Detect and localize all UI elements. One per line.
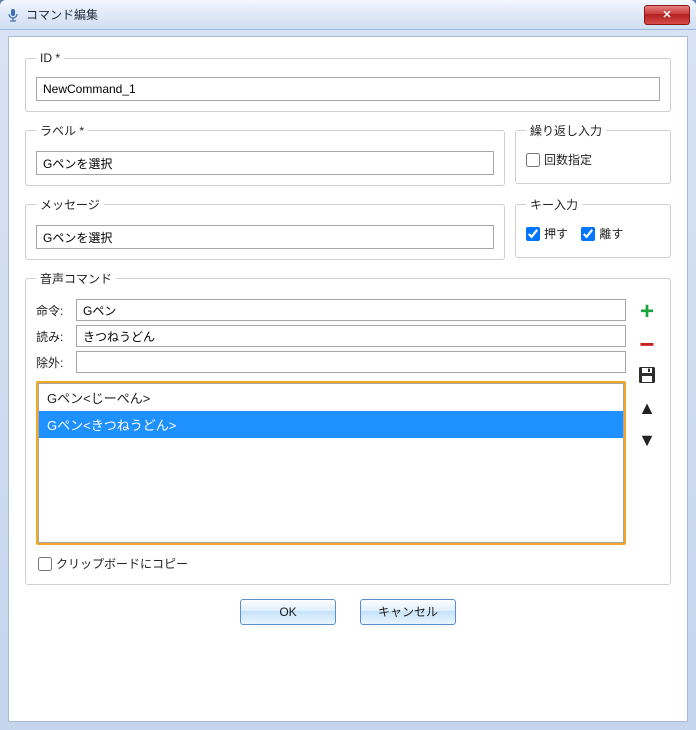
repeat-count-checkbox[interactable]	[526, 153, 540, 167]
repeat-legend: 繰り返し入力	[526, 122, 606, 139]
move-up-button[interactable]: ▲	[636, 397, 658, 419]
command-input[interactable]	[76, 299, 626, 321]
voice-command-group: 音声コマンド 命令: 読み: 除外:	[25, 270, 671, 585]
id-group: ID *	[25, 51, 671, 112]
key-group: キー入力 押す 離す	[515, 196, 671, 258]
voice-list-highlight: Gペン<じーぺん>Gペン<きつねうどん>	[36, 381, 626, 545]
id-input[interactable]	[36, 77, 660, 101]
window-title: コマンド編集	[26, 6, 98, 23]
clipboard-checkbox[interactable]	[38, 557, 52, 571]
message-legend: メッセージ	[36, 196, 104, 213]
cancel-button[interactable]: キャンセル	[360, 599, 456, 625]
dialog-window: コマンド編集 ✕ ID * ラベル *	[0, 0, 696, 730]
exclude-input[interactable]	[76, 351, 626, 373]
message-group: メッセージ	[25, 196, 505, 260]
key-release-row[interactable]: 離す	[581, 225, 623, 242]
ok-button[interactable]: OK	[240, 599, 336, 625]
remove-button[interactable]: −	[636, 333, 658, 355]
label-legend: ラベル *	[36, 122, 88, 139]
label-group: ラベル *	[25, 122, 505, 186]
voice-list[interactable]: Gペン<じーぺん>Gペン<きつねうどん>	[38, 383, 624, 543]
key-press-row[interactable]: 押す	[526, 225, 568, 242]
arrow-up-icon: ▲	[638, 398, 656, 419]
footer: OK キャンセル	[25, 599, 671, 625]
repeat-count-label: 回数指定	[544, 151, 592, 168]
repeat-group: 繰り返し入力 回数指定	[515, 122, 671, 184]
client-area: ID * ラベル * 繰り返し入力 回数指定	[8, 36, 688, 722]
clipboard-row[interactable]: クリップボードにコピー	[38, 555, 188, 572]
exclude-label: 除外:	[36, 354, 76, 371]
voice-legend: 音声コマンド	[36, 270, 116, 287]
plus-icon: +	[640, 300, 654, 324]
list-item[interactable]: Gペン<じーぺん>	[39, 384, 623, 411]
save-button[interactable]	[636, 365, 658, 387]
key-press-checkbox[interactable]	[526, 227, 540, 241]
command-label: 命令:	[36, 302, 76, 319]
key-release-label: 離す	[599, 225, 623, 242]
key-press-label: 押す	[544, 225, 568, 242]
key-legend: キー入力	[526, 196, 582, 213]
reading-input[interactable]	[76, 325, 626, 347]
key-release-checkbox[interactable]	[581, 227, 595, 241]
add-button[interactable]: +	[636, 301, 658, 323]
reading-label: 読み:	[36, 328, 76, 345]
label-input[interactable]	[36, 151, 494, 175]
save-icon	[637, 365, 657, 388]
repeat-count-checkbox-row[interactable]: 回数指定	[526, 151, 592, 168]
clipboard-label: クリップボードにコピー	[56, 555, 188, 572]
id-legend: ID *	[36, 51, 64, 65]
close-icon: ✕	[662, 8, 671, 21]
title-bar: コマンド編集 ✕	[0, 0, 696, 30]
close-button[interactable]: ✕	[644, 5, 690, 25]
minus-icon: −	[639, 331, 654, 357]
message-input[interactable]	[36, 225, 494, 249]
arrow-down-icon: ▼	[638, 430, 656, 451]
move-down-button[interactable]: ▼	[636, 429, 658, 451]
list-item[interactable]: Gペン<きつねうどん>	[39, 411, 623, 438]
mic-icon	[6, 8, 20, 22]
